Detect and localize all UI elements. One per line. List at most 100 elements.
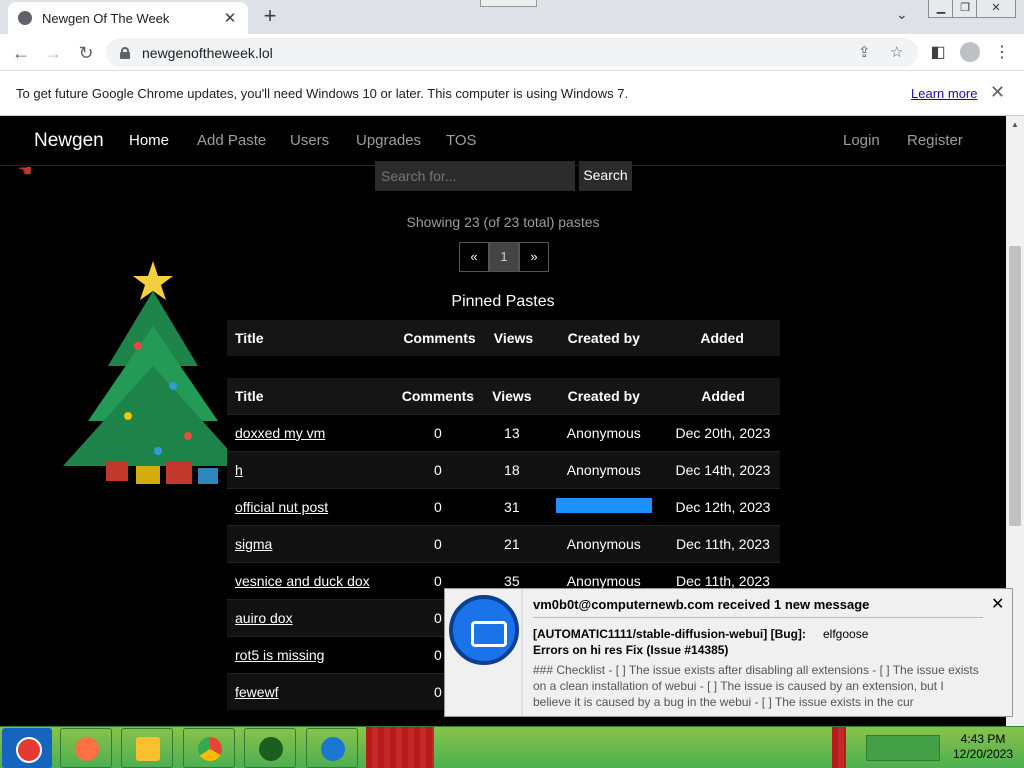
paste-title-link[interactable]: fewewf [235, 684, 279, 700]
col-views[interactable]: Views [482, 378, 542, 414]
browser-tab[interactable]: Newgen Of The Week ✕ [8, 2, 248, 34]
table-row: sigma 0 21 Anonymous Dec 11th, 2023 [227, 524, 780, 562]
pager-prev[interactable]: « [459, 242, 489, 272]
nav-login[interactable]: Login [843, 132, 880, 149]
profile-avatar-icon[interactable] [960, 42, 980, 62]
back-arrow-icon[interactable]: ← [8, 40, 34, 66]
notification-sender: elfgoose [823, 627, 869, 641]
notification-divider [521, 589, 523, 716]
scroll-up-arrow-icon[interactable]: ▲ [1011, 120, 1019, 129]
window-drag-handle[interactable] [480, 0, 537, 7]
created-by-cell [541, 487, 666, 525]
reload-icon[interactable]: ↻ [73, 40, 99, 66]
tab-close-icon[interactable]: ✕ [222, 9, 238, 27]
showing-count: Showing 23 (of 23 total) pastes [406, 214, 600, 230]
col-comments[interactable]: Comments [393, 378, 483, 414]
close-window-button[interactable]: ✕ [976, 0, 1016, 18]
nav-upgrades[interactable]: Upgrades [356, 132, 421, 149]
pager-page-1[interactable]: 1 [489, 242, 519, 272]
notification-subject: [AUTOMATIC1111/stable-diffusion-webui] [… [533, 627, 806, 641]
views-cell: 13 [482, 413, 542, 451]
tab-search-chevron-icon[interactable]: ⌄ [896, 6, 908, 23]
paste-title-link[interactable]: sigma [235, 536, 272, 552]
clock-time: 4:43 PM [960, 732, 1006, 746]
menu-kebab-icon[interactable]: ⋮ [992, 42, 1012, 62]
comments-cell: 0 [393, 524, 483, 562]
taskbar: 4:43 PM 12/20/2023 [0, 726, 1024, 768]
firefox-taskbar-icon[interactable] [60, 728, 112, 768]
forward-arrow-icon[interactable]: → [40, 40, 66, 66]
col-comments[interactable]: Comments [395, 320, 484, 356]
added-cell: Dec 11th, 2023 [665, 524, 780, 562]
tab-title: Newgen Of The Week [42, 10, 170, 26]
search-button[interactable]: Search [579, 161, 632, 191]
notification-body: ### Checklist - [ ] The issue exists aft… [533, 663, 979, 709]
lock-icon[interactable] [120, 46, 130, 59]
notification-subject-2: Errors on hi res Fix (Issue #14385) [533, 643, 729, 657]
paste-title-link[interactable]: vesnice and duck dox [235, 573, 370, 589]
paste-title-link[interactable]: official nut post [235, 499, 328, 515]
taskbar-clock[interactable]: 4:43 PM 12/20/2023 [944, 732, 1022, 762]
clock-date: 12/20/2023 [952, 747, 1014, 761]
created-by-cell: Anonymous [541, 524, 666, 562]
col-created-by[interactable]: Created by [543, 320, 665, 356]
comments-cell: 0 [393, 450, 483, 488]
start-button[interactable] [2, 728, 52, 768]
nav-register[interactable]: Register [907, 132, 963, 149]
learn-more-link[interactable]: Learn more [911, 86, 977, 101]
col-title[interactable]: Title [227, 378, 394, 414]
search-input[interactable] [375, 161, 575, 191]
notification-close-icon[interactable]: ✕ [991, 594, 1004, 614]
scrollbar-thumb[interactable] [1009, 246, 1021, 526]
comments-cell: 0 [393, 487, 483, 525]
nav-add-paste[interactable]: Add Paste [197, 132, 266, 149]
update-infobar: To get future Google Chrome updates, you… [0, 71, 1024, 116]
user-banner-image[interactable] [555, 497, 652, 513]
pager-next[interactable]: » [519, 242, 549, 272]
table-row: h 0 18 Anonymous Dec 14th, 2023 [227, 450, 780, 488]
bookmark-star-icon[interactable]: ☆ [890, 43, 903, 61]
paste-title-link[interactable]: rot5 is missing [235, 647, 324, 663]
paste-title-link[interactable]: doxxed my vm [235, 425, 325, 441]
col-title[interactable]: Title [227, 320, 396, 356]
url-text[interactable]: newgenoftheweek.lol [142, 45, 273, 61]
table-row: official nut post 0 31 Dec 12th, 2023 [227, 487, 780, 525]
thunderbird-taskbar-icon[interactable] [306, 728, 358, 768]
share-icon[interactable]: ⇪ [858, 43, 871, 61]
globe-icon [18, 11, 32, 25]
taskbar-app-button[interactable] [832, 727, 846, 768]
new-tab-button[interactable]: + [258, 4, 282, 28]
restore-button[interactable]: ❐ [952, 0, 978, 18]
mail-notification[interactable]: vm0b0t@computernewb.com received 1 new m… [444, 588, 1013, 717]
file-explorer-taskbar-icon[interactable] [121, 728, 173, 768]
nav-users[interactable]: Users [290, 132, 329, 149]
site-brand[interactable]: Newgen [34, 130, 104, 152]
pinned-pastes-table: Title Comments Views Created by Added [227, 320, 780, 356]
system-tray[interactable] [866, 735, 940, 761]
col-views[interactable]: Views [483, 320, 544, 356]
nav-home[interactable]: Home [129, 132, 169, 149]
christmas-tree-taskbar-icon[interactable] [244, 728, 296, 768]
views-cell: 21 [482, 524, 542, 562]
minimize-button[interactable]: ▁ [928, 0, 954, 18]
taskbar-app-button[interactable] [366, 727, 434, 768]
notification-rule [533, 617, 983, 618]
col-created-by[interactable]: Created by [541, 378, 666, 414]
paste-title-link[interactable]: auiro dox [235, 610, 293, 626]
browser-tab-strip: Newgen Of The Week ✕ + ⌄ ▁ ❐ ✕ [0, 0, 1024, 34]
comments-cell: 0 [393, 413, 483, 451]
christmas-tree-icon [63, 261, 243, 484]
views-cell: 31 [482, 487, 542, 525]
nav-tos[interactable]: TOS [446, 132, 477, 149]
added-cell: Dec 20th, 2023 [665, 413, 780, 451]
thunderbird-icon [449, 595, 519, 665]
chrome-taskbar-icon[interactable] [183, 728, 235, 768]
paste-title-link[interactable]: h [235, 462, 243, 478]
col-added[interactable]: Added [664, 320, 780, 356]
col-added[interactable]: Added [665, 378, 780, 414]
created-by-cell: Anonymous [541, 413, 666, 451]
address-bar[interactable]: newgenoftheweek.lol [106, 38, 918, 67]
infobar-close-icon[interactable]: ✕ [990, 82, 1005, 103]
infobar-message: To get future Google Chrome updates, you… [16, 86, 629, 101]
side-panel-icon[interactable]: ◧ [928, 42, 948, 62]
